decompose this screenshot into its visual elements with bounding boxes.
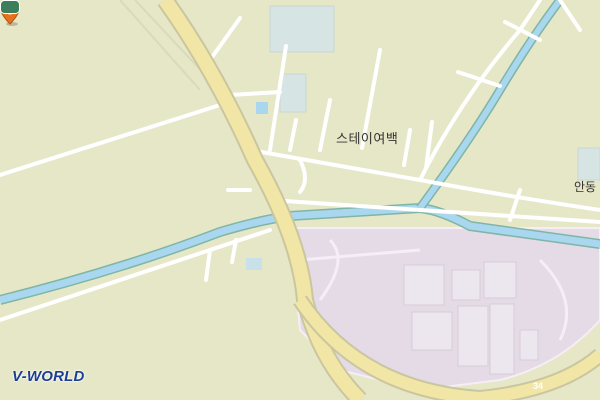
map-layer bbox=[0, 0, 600, 400]
place-label: 안동 bbox=[574, 180, 597, 194]
vworld-logo: V-WORLD bbox=[12, 368, 85, 385]
pond bbox=[256, 102, 268, 114]
route-number: 34 bbox=[532, 381, 543, 391]
poi-label[interactable]: 스테이여백 bbox=[336, 128, 398, 147]
pond bbox=[246, 258, 262, 270]
pond bbox=[269, 5, 335, 53]
route-shield-icon bbox=[0, 0, 20, 14]
pond bbox=[577, 147, 600, 181]
map-canvas[interactable]: 스테이여백 안동 34 V-WORLD bbox=[0, 0, 600, 400]
pond bbox=[279, 73, 307, 113]
